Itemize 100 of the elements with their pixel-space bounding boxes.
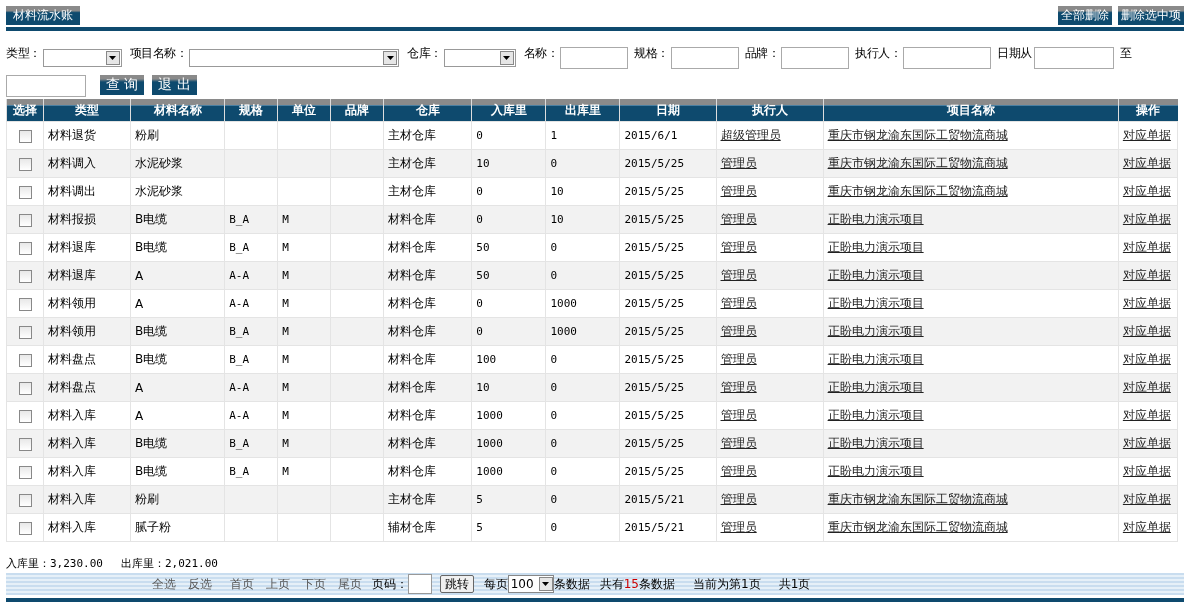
pager-link[interactable]: 首页 xyxy=(229,575,254,593)
project-link[interactable]: 正盼电力演示项目 xyxy=(827,268,924,282)
column-header: 日期 xyxy=(619,99,717,122)
filter-label: 类型： xyxy=(6,45,41,61)
table-cell: 50 xyxy=(476,269,490,282)
pager-link[interactable]: 尾页 xyxy=(337,575,362,593)
executor-link[interactable]: 管理员 xyxy=(720,352,757,366)
filter-dropdown[interactable] xyxy=(443,49,516,67)
table-cell: 0 xyxy=(550,437,557,450)
filter-label: 仓库： xyxy=(407,45,442,61)
row-checkbox[interactable] xyxy=(18,493,32,507)
delete-button[interactable]: 删除选中项 xyxy=(1118,6,1184,25)
table-cell: B_A xyxy=(229,325,250,338)
row-checkbox[interactable] xyxy=(18,381,32,395)
project-link[interactable]: 正盼电力演示项目 xyxy=(827,408,924,422)
row-checkbox[interactable] xyxy=(18,185,32,199)
filter-input[interactable] xyxy=(6,75,86,97)
table-cell: B电缆 xyxy=(135,324,168,338)
column-header: 入库里 xyxy=(471,99,546,122)
column-header: 规格 xyxy=(224,99,278,122)
project-link[interactable]: 正盼电力演示项目 xyxy=(827,240,924,254)
project-link[interactable]: 正盼电力演示项目 xyxy=(827,352,924,366)
query-button[interactable]: 查 询 xyxy=(100,75,145,95)
filter-input[interactable] xyxy=(903,47,991,69)
pager-link[interactable]: 反选 xyxy=(187,575,212,593)
table-cell: 材料仓库 xyxy=(388,436,437,450)
table-cell: 1 xyxy=(550,129,557,142)
table-cell: 材料盘点 xyxy=(48,380,97,394)
executor-link[interactable]: 管理员 xyxy=(720,408,757,422)
column-header: 类型 xyxy=(43,99,131,122)
table-cell: 材料退货 xyxy=(48,128,97,142)
caret-icon xyxy=(503,56,510,60)
filter-dropdown[interactable] xyxy=(189,49,399,67)
table-cell: 材料调出 xyxy=(48,184,97,198)
filter-label: 项目名称： xyxy=(129,45,187,61)
table-cell: 0 xyxy=(476,297,483,310)
project-link[interactable]: 正盼电力演示项目 xyxy=(827,212,924,226)
row-checkbox[interactable] xyxy=(18,409,32,423)
table-cell: B电缆 xyxy=(135,352,168,366)
row-checkbox[interactable] xyxy=(18,437,32,451)
filter-dropdown[interactable] xyxy=(42,49,122,67)
filter-input[interactable] xyxy=(560,47,628,69)
table-cell: 100 xyxy=(476,353,497,366)
filter-input[interactable] xyxy=(781,47,849,69)
project-link[interactable]: 正盼电力演示项目 xyxy=(827,380,924,394)
row-checkbox[interactable] xyxy=(18,353,32,367)
caret-icon xyxy=(109,56,116,60)
table-cell: 2015/5/25 xyxy=(624,269,685,282)
executor-link[interactable]: 管理员 xyxy=(720,380,757,394)
row-checkbox[interactable] xyxy=(18,465,32,479)
row-checkbox[interactable] xyxy=(18,241,32,255)
delete-button[interactable]: 全部删除 xyxy=(1058,6,1112,25)
row-checkbox[interactable] xyxy=(18,157,32,171)
row-checkbox[interactable] xyxy=(18,269,32,283)
project-link[interactable]: 正盼电力演示项目 xyxy=(827,464,924,478)
executor-link[interactable]: 管理员 xyxy=(720,324,757,338)
executor-link[interactable]: 管理员 xyxy=(720,268,757,282)
executor-link[interactable]: 管理员 xyxy=(720,240,757,254)
filter-input[interactable] xyxy=(1033,47,1114,69)
pager-link[interactable]: 下页 xyxy=(301,575,326,593)
table-cell: 材料调入 xyxy=(48,156,97,170)
query-button[interactable]: 退 出 xyxy=(152,75,197,95)
row-checkbox[interactable] xyxy=(18,213,32,227)
executor-link[interactable]: 管理员 xyxy=(720,464,757,478)
executor-link[interactable]: 管理员 xyxy=(720,492,757,506)
column-header: 选择 xyxy=(6,99,44,122)
project-link[interactable]: 正盼电力演示项目 xyxy=(827,436,924,450)
pager-link[interactable]: 全选 xyxy=(151,575,176,593)
executor-link[interactable]: 管理员 xyxy=(720,436,757,450)
executor-link[interactable]: 管理员 xyxy=(720,212,757,226)
table-cell: 水泥砂浆 xyxy=(135,156,184,170)
per-page-label: 每页 xyxy=(483,575,508,593)
pager-link[interactable]: 上页 xyxy=(265,575,290,593)
page-input[interactable] xyxy=(407,574,432,594)
row-checkbox[interactable] xyxy=(18,521,32,535)
filter-input[interactable] xyxy=(670,47,739,69)
filter-label: 日期从 xyxy=(997,45,1032,61)
table-cell: M xyxy=(282,353,289,366)
row-checkbox[interactable] xyxy=(18,297,32,311)
total-prefix: 共有 xyxy=(599,575,624,593)
executor-link[interactable]: 管理员 xyxy=(720,156,757,170)
executor-link[interactable]: 管理员 xyxy=(720,184,757,198)
table-cell: 材料仓库 xyxy=(388,268,437,282)
column-header: 材料名称 xyxy=(130,99,225,122)
row-checkbox[interactable] xyxy=(18,325,32,339)
table-cell: 2015/6/1 xyxy=(624,129,678,142)
jump-button[interactable]: 跳转 xyxy=(439,575,474,593)
page-size-dropdown[interactable]: 100 xyxy=(507,575,554,593)
row-checkbox[interactable] xyxy=(18,129,32,143)
table-cell: 材料盘点 xyxy=(48,352,97,366)
executor-link[interactable]: 管理员 xyxy=(720,296,757,310)
current-page: 当前为第1页 xyxy=(693,575,761,593)
table-cell: 2015/5/25 xyxy=(624,157,685,170)
executor-link[interactable]: 管理员 xyxy=(720,520,757,534)
project-link[interactable]: 正盼电力演示项目 xyxy=(827,324,924,338)
table-cell: 2015/5/25 xyxy=(624,325,685,338)
table-cell: M xyxy=(282,409,289,422)
project-link[interactable]: 正盼电力演示项目 xyxy=(827,296,924,310)
table-cell: 材料退库 xyxy=(48,268,97,282)
table-cell: A-A xyxy=(229,269,250,282)
